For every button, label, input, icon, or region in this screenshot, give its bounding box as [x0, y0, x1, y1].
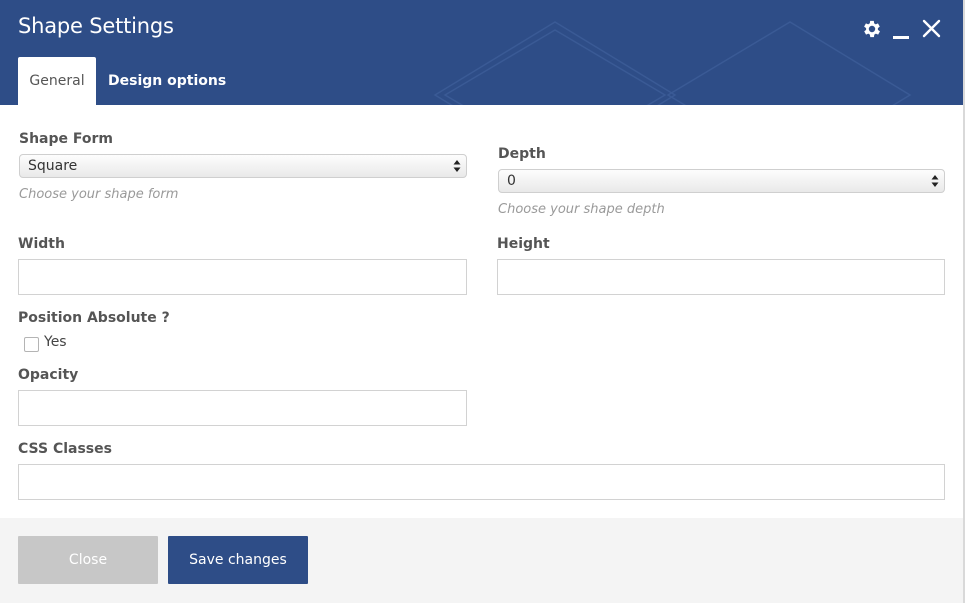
- depth-value: 0: [507, 173, 516, 189]
- position-absolute-checkbox[interactable]: [24, 337, 39, 352]
- tab-general[interactable]: General: [18, 57, 96, 105]
- depth-hint: Choose your shape depth: [498, 202, 665, 217]
- select-arrows-icon: [931, 175, 939, 187]
- height-input[interactable]: [497, 259, 945, 295]
- shape-settings-dialog: Shape Settings General Design options Sh…: [0, 0, 965, 603]
- dialog-footer: Close Save changes: [0, 518, 963, 603]
- close-button[interactable]: Close: [18, 536, 158, 584]
- dialog-header: Shape Settings General Design options: [0, 0, 963, 105]
- css-classes-input[interactable]: [18, 464, 945, 500]
- position-absolute-label: Position Absolute ?: [18, 310, 170, 326]
- depth-select[interactable]: 0: [498, 169, 945, 193]
- save-changes-button[interactable]: Save changes: [168, 536, 308, 584]
- select-arrows-icon: [453, 160, 461, 172]
- position-absolute-option-label[interactable]: Yes: [44, 334, 67, 350]
- dialog-title: Shape Settings: [18, 14, 174, 38]
- minimize-icon[interactable]: [893, 36, 909, 39]
- opacity-input[interactable]: [18, 390, 467, 426]
- opacity-label: Opacity: [18, 367, 79, 383]
- shape-form-value: Square: [28, 158, 78, 174]
- width-input[interactable]: [18, 259, 467, 295]
- shape-form-label: Shape Form: [19, 131, 113, 147]
- width-label: Width: [18, 236, 65, 252]
- height-label: Height: [497, 236, 550, 252]
- tab-design-options[interactable]: Design options: [108, 57, 226, 105]
- shape-form-select[interactable]: Square: [19, 154, 467, 178]
- close-icon[interactable]: [922, 19, 941, 38]
- depth-label: Depth: [498, 146, 546, 162]
- gear-icon[interactable]: [861, 18, 883, 40]
- css-classes-label: CSS Classes: [18, 441, 112, 457]
- shape-form-hint: Choose your shape form: [19, 187, 179, 202]
